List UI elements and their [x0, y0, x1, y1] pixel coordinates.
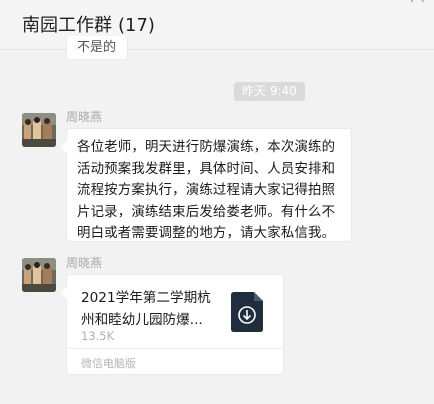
file-message-card[interactable]: 2021学年第二学期杭州和睦幼儿园防爆... 13.5K 微信电脑版: [61, 274, 284, 375]
avatar[interactable]: [22, 113, 56, 147]
file-source: 微信电脑版: [81, 357, 136, 370]
member-count: (17): [118, 15, 155, 36]
sender-name: 周晓燕: [66, 256, 103, 270]
timestamp-divider: 昨天 9:40: [234, 82, 305, 101]
previous-message-bubble[interactable]: 不是的: [66, 36, 128, 60]
file-name: 2021学年第二学期杭州和睦幼儿园防爆...: [81, 290, 211, 328]
avatar-photo: [22, 113, 56, 147]
more-options-icon[interactable]: · ·: [410, 0, 426, 10]
file-card-divider: [67, 348, 283, 349]
message-text: 各位老师，明天进行防爆演练，本次演练的活动预案我发群里，具体时间、人员安排和流程…: [77, 140, 336, 242]
file-size: 13.5K: [81, 329, 115, 343]
avatar[interactable]: [22, 258, 56, 292]
message-bubble[interactable]: 各位老师，明天进行防爆演练，本次演练的活动预案我发群里，具体时间、人员安排和流程…: [61, 128, 352, 242]
group-name: 南园工作群: [22, 15, 112, 36]
avatar-photo: [22, 258, 56, 292]
sender-name: 周晓燕: [66, 110, 103, 124]
chat-title[interactable]: 南园工作群 (17): [22, 11, 155, 37]
chat-window: 南园工作群 (17) · · 不是的 昨天 9:40 周晓燕 各位老师，明天进行防…: [0, 0, 434, 404]
previous-message-text: 不是的: [77, 40, 117, 55]
file-download-icon[interactable]: [231, 292, 263, 332]
